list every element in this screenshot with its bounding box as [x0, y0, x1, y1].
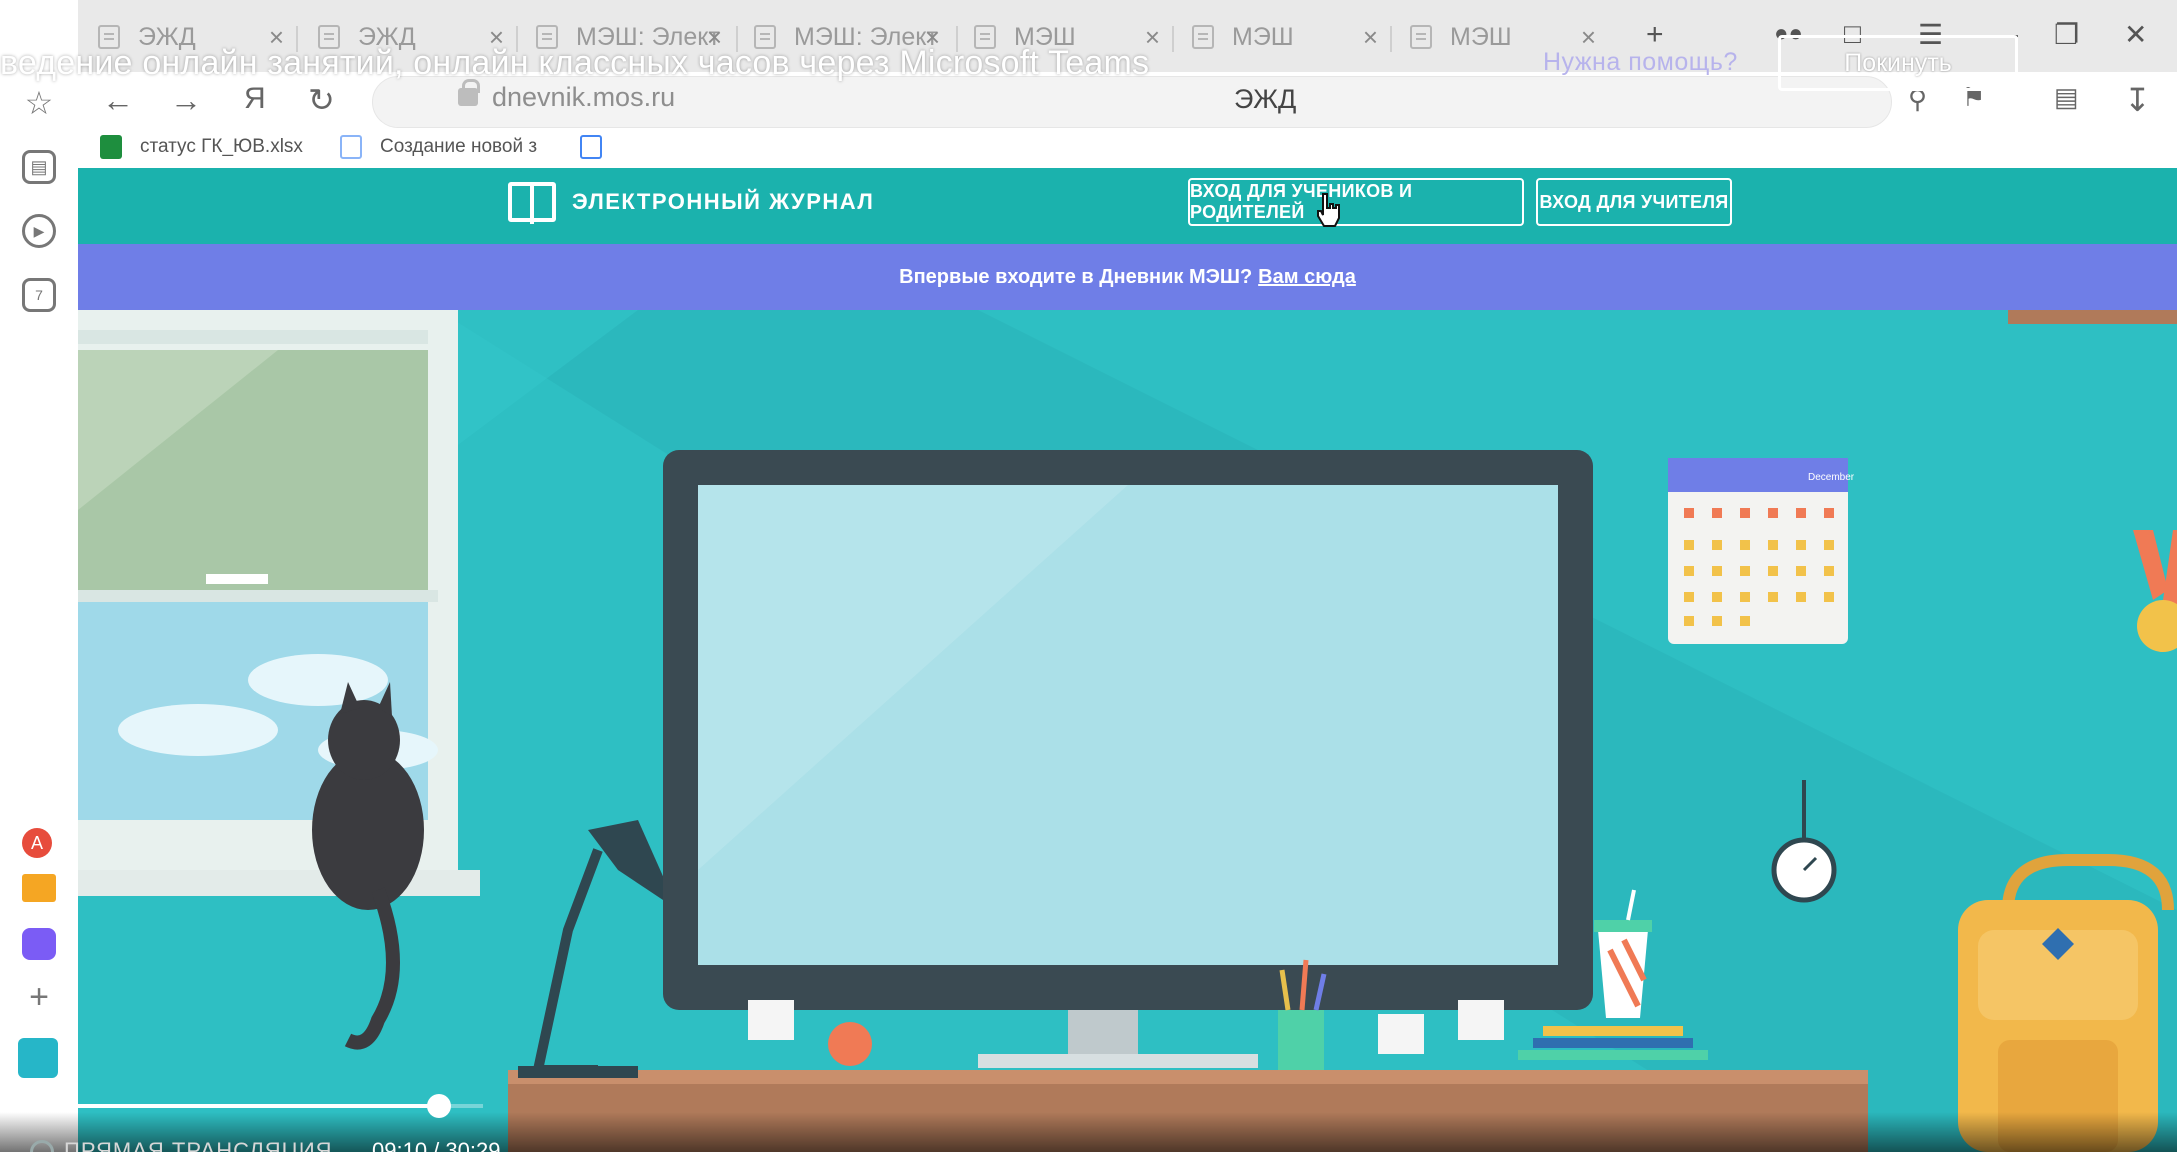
page-title: ЭЖД: [1234, 84, 1297, 114]
bookmark-item[interactable]: Создание новой з: [340, 135, 537, 159]
tab-separator: [1390, 26, 1392, 52]
document-icon: [340, 135, 362, 159]
site-header: ЭЛЕКТРОННЫЙ ЖУРНАЛ ВХОД ДЛЯ УЧЕНИКОВ И Р…: [78, 168, 2177, 244]
reload-icon[interactable]: ↻: [308, 84, 335, 116]
extensions-icon[interactable]: ▤: [2054, 84, 2079, 110]
sticky-note: [1378, 1014, 1424, 1054]
sticky-note: [748, 1000, 794, 1040]
page-icon: [1192, 25, 1214, 49]
wall-calendar: December: [1668, 458, 1855, 644]
login-teacher-button[interactable]: ВХОД ДЛЯ УЧИТЕЛЯ: [1536, 178, 1732, 226]
forward-icon[interactable]: →: [170, 84, 202, 116]
new-tab-button[interactable]: +: [1646, 18, 1664, 52]
leave-button[interactable]: Покинуть: [1778, 35, 2018, 91]
page-icon: [1410, 25, 1432, 49]
mail-icon[interactable]: [22, 874, 56, 902]
yandex-panel-icon[interactable]: [18, 1038, 58, 1078]
download-icon[interactable]: ↧: [2124, 84, 2151, 116]
add-panel-icon[interactable]: +: [22, 978, 56, 1016]
calendar-icon[interactable]: 7: [22, 278, 56, 312]
bookmark-item[interactable]: статус ГК_ЮВ.xlsx: [100, 135, 303, 159]
website: ЭЛЕКТРОННЫЙ ЖУРНАЛ ВХОД ДЛЯ УЧЕНИКОВ И Р…: [78, 168, 2177, 1152]
book-icon: [508, 182, 556, 224]
bookmark-item[interactable]: [580, 135, 620, 159]
browser-sidebar: ☆ ▤ ▶ 7 A +: [0, 0, 78, 1152]
site-logo[interactable]: ЭЛЕКТРОННЫЙ ЖУРНАЛ: [508, 182, 875, 224]
banner-link[interactable]: Вам сюда: [1258, 266, 1356, 289]
bookmark-label: статус ГК_ЮВ.xlsx: [140, 136, 303, 157]
word-doc-icon: [580, 135, 602, 159]
spreadsheet-icon: [100, 135, 122, 159]
calendar-month: December: [1808, 472, 1855, 483]
logo-text: ЭЛЕКТРОННЫЙ ЖУРНАЛ: [572, 189, 875, 214]
cursor-hand-icon: [1317, 193, 1340, 227]
wall-shelf: [2008, 310, 2177, 324]
yandex-logo-icon[interactable]: Я: [244, 84, 266, 114]
translate-icon[interactable]: A: [22, 828, 52, 858]
close-window-icon[interactable]: ✕: [2124, 18, 2147, 51]
browser-tab[interactable]: МЭШ ×: [1192, 16, 1378, 58]
bookmark-label: Создание новой з: [380, 136, 538, 157]
video-title: ведение онлайн занятий, онлайн классных …: [0, 44, 1150, 82]
star-icon[interactable]: ☆: [22, 85, 56, 121]
progress-fill: [0, 1104, 439, 1108]
tab-label: МЭШ: [1450, 22, 1512, 51]
collections-icon[interactable]: ▤: [22, 150, 56, 184]
apple: [828, 1022, 872, 1066]
restore-icon[interactable]: ❐: [2054, 18, 2079, 51]
close-icon[interactable]: ×: [1363, 22, 1378, 53]
playback-time: 09:10 / 30:29: [372, 1138, 501, 1152]
book: [1518, 1050, 1708, 1060]
live-label: ПРЯМАЯ ТРАНСЛЯЦИЯ: [64, 1138, 333, 1152]
sticky-note: [1458, 1000, 1504, 1040]
tab-separator: [1172, 26, 1174, 52]
messenger-icon[interactable]: [22, 928, 56, 960]
lock-icon[interactable]: [458, 79, 480, 106]
book: [1533, 1038, 1693, 1048]
monitor: [663, 450, 1593, 1068]
progress-handle[interactable]: [426, 1094, 451, 1118]
back-icon[interactable]: ←: [102, 84, 134, 116]
banner-text: Впервые входите в Дневник МЭШ?: [899, 265, 1253, 288]
hero-illustration: December: [78, 310, 2177, 1152]
book: [1543, 1026, 1683, 1036]
desk-edge: [508, 1070, 1868, 1084]
first-visit-banner: Впервые входите в Дневник МЭШ? Вам сюда: [78, 244, 2177, 310]
backpack: [1958, 854, 2174, 1152]
play-icon[interactable]: ▶: [22, 214, 56, 248]
url-text[interactable]: dnevnik.mos.ru: [492, 82, 675, 113]
help-link[interactable]: Нужна помощь?: [1543, 48, 1738, 77]
login-students-button[interactable]: ВХОД ДЛЯ УЧЕНИКОВ И РОДИТЕЛЕЙ: [1188, 178, 1524, 226]
bookmarks-bar: статус ГК_ЮВ.xlsx Создание новой з: [78, 132, 2177, 168]
tab-label: МЭШ: [1232, 22, 1294, 51]
